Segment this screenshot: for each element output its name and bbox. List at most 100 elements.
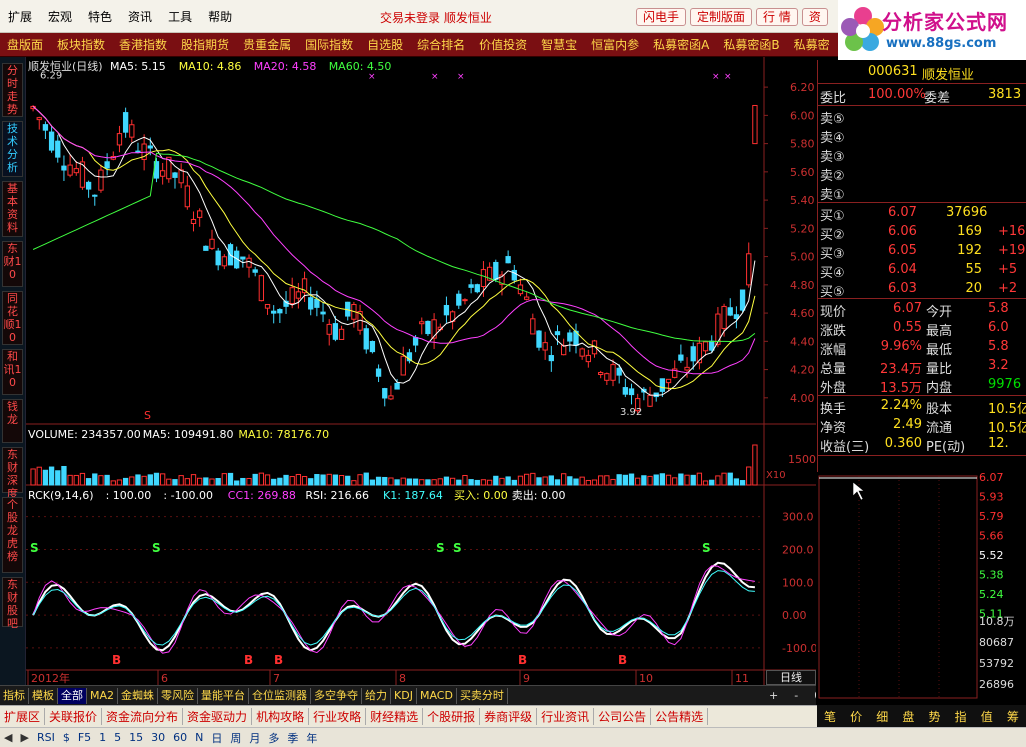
forward-icon[interactable]: ▶: [16, 731, 32, 744]
menu-item[interactable]: 宏观: [40, 8, 80, 25]
board-tab[interactable]: 盘版面: [0, 36, 50, 53]
side-tab[interactable]: 东财深度: [2, 447, 23, 500]
board-tab[interactable]: 私募密函B: [716, 36, 786, 53]
indicator-tab[interactable]: 模板: [29, 687, 58, 704]
indicator-tab[interactable]: 指标: [0, 687, 29, 704]
board-tab[interactable]: 私募密: [787, 36, 837, 53]
menu-item[interactable]: 帮助: [200, 8, 240, 25]
function-tab[interactable]: 公司公告: [594, 708, 652, 725]
toolbar-button[interactable]: 60: [169, 731, 191, 744]
indicator-tab[interactable]: 买卖分时: [457, 687, 508, 704]
side-tab[interactable]: 钱龙: [2, 399, 23, 443]
toolbar-button[interactable]: RSI: [33, 731, 59, 744]
indicator-tab[interactable]: KDJ: [391, 687, 417, 704]
board-tab[interactable]: 板块指数: [50, 36, 112, 53]
side-tab[interactable]: 和讯10: [2, 349, 23, 395]
volume-bar: [203, 477, 209, 486]
function-tab[interactable]: 个股研报: [423, 708, 481, 725]
toolbar-button[interactable]: 年: [302, 730, 321, 746]
side-tab[interactable]: 东财10: [2, 241, 23, 287]
candle-body: [505, 256, 511, 264]
board-tab[interactable]: 智慧宝: [534, 36, 584, 53]
toolbar-button[interactable]: $: [59, 731, 74, 744]
menu-item[interactable]: 扩展: [0, 8, 40, 25]
zoom-control[interactable]: -: [791, 688, 801, 704]
menu-item[interactable]: 资讯: [120, 8, 160, 25]
function-tab[interactable]: 关联报价: [45, 708, 103, 725]
function-tab[interactable]: 机构攻略: [252, 708, 310, 725]
toolbar-button[interactable]: 15: [125, 731, 147, 744]
period-indicator[interactable]: 日线: [766, 670, 816, 685]
quote-tab[interactable]: 势: [929, 708, 941, 725]
board-tab[interactable]: 私募密函A: [646, 36, 716, 53]
zoom-control[interactable]: 0: [811, 688, 816, 704]
quote-tab[interactable]: 指: [955, 708, 967, 725]
quick-button[interactable]: 资: [801, 8, 828, 26]
indicator-tab[interactable]: MACD: [417, 687, 457, 704]
indicator-tab[interactable]: 全部: [58, 687, 87, 704]
indicator-tab[interactable]: 仓位监测器: [249, 687, 312, 704]
quick-button[interactable]: 行 情: [756, 8, 798, 26]
quote-tab[interactable]: 细: [876, 708, 888, 725]
board-tab[interactable]: 综合排名: [410, 36, 472, 53]
candle-body: [647, 394, 653, 407]
quote-tab[interactable]: 筹: [1007, 708, 1019, 725]
kline-chart-area[interactable]: 顺发恒业(日线) MA5: 5.15 MA10: 4.86 MA20: 4.58 MA6…: [26, 57, 816, 685]
board-tab[interactable]: 恒富内参: [584, 36, 646, 53]
volume-bar: [153, 472, 160, 486]
side-tab[interactable]: 东财股吧: [2, 577, 23, 630]
quote-tab[interactable]: 值: [981, 708, 993, 725]
toolbar-button[interactable]: F5: [74, 731, 95, 744]
menu-item[interactable]: 特色: [80, 8, 120, 25]
board-tab[interactable]: 贵重金属: [236, 36, 298, 53]
function-tab[interactable]: 财经精选: [366, 708, 424, 725]
indicator-tab[interactable]: MA2: [87, 687, 119, 704]
kline-chart-svg[interactable]: 顺发恒业(日线) MA5: 5.15 MA10: 4.86 MA20: 4.58 MA6…: [26, 57, 816, 685]
board-tab[interactable]: 价值投资: [472, 36, 534, 53]
quick-button[interactable]: 定制版面: [690, 8, 753, 26]
indicator-tab[interactable]: 多空争夺: [311, 687, 363, 704]
board-tab[interactable]: 自选股: [360, 36, 410, 53]
function-tab[interactable]: 扩展区: [0, 708, 46, 725]
menu-item[interactable]: 工具: [160, 8, 200, 25]
toolbar-button[interactable]: 30: [147, 731, 169, 744]
toolbar-button[interactable]: 月: [245, 730, 264, 746]
toolbar-button[interactable]: N: [191, 731, 207, 744]
back-icon[interactable]: ◀: [0, 731, 16, 744]
indicator-tab[interactable]: 零风险: [158, 687, 199, 704]
quote-tab[interactable]: 盘: [902, 708, 914, 725]
intraday-mini-chart[interactable]: 6.07 5.93 5.79 5.66 5.52 5.38 5.24 5.11 10.8万 806…: [817, 471, 1026, 706]
quote-tab[interactable]: 价: [850, 708, 862, 725]
side-tab[interactable]: 技术分析: [2, 121, 23, 177]
signal-s-marker: S: [144, 409, 151, 422]
volume-bar: [264, 474, 271, 486]
function-tab[interactable]: 券商评级: [480, 708, 538, 725]
side-tab[interactable]: 个股龙虎榜: [2, 497, 23, 573]
volume-bar: [258, 472, 265, 486]
function-tab[interactable]: 行业资讯: [537, 708, 595, 725]
toolbar-button[interactable]: 周: [226, 730, 245, 746]
board-tab[interactable]: 股指期货: [174, 36, 236, 53]
function-tab[interactable]: 行业攻略: [309, 708, 367, 725]
toolbar-button[interactable]: 季: [283, 730, 302, 746]
side-tab[interactable]: 基本资料: [2, 181, 23, 237]
indicator-tab[interactable]: 量能平台: [198, 687, 250, 704]
indicator-tab[interactable]: 金蜘蛛: [118, 687, 159, 704]
toolbar-button[interactable]: 多: [264, 730, 283, 746]
toolbar-button[interactable]: 1: [95, 731, 110, 744]
quote-tab[interactable]: 笔: [824, 708, 836, 725]
side-tab[interactable]: 分时走势: [2, 63, 23, 117]
stat-row: 收益(三) 0.360 PE(动) 12.: [818, 434, 1026, 455]
board-tab[interactable]: 国际指数: [298, 36, 360, 53]
toolbar-button[interactable]: 5: [110, 731, 125, 744]
toolbar-button[interactable]: 日: [207, 730, 226, 746]
function-tab[interactable]: 资金流向分布: [102, 708, 184, 725]
zoom-control[interactable]: +: [766, 688, 781, 704]
function-tab[interactable]: 资金驱动力: [183, 708, 253, 725]
quick-button[interactable]: 闪电手: [636, 8, 687, 26]
side-tab[interactable]: 同花顺10: [2, 291, 23, 345]
board-tab[interactable]: 香港指数: [112, 36, 174, 53]
indicator-tab[interactable]: 给力: [362, 687, 392, 704]
function-tab[interactable]: 公告精选: [651, 708, 709, 725]
volume-bar: [499, 477, 505, 486]
